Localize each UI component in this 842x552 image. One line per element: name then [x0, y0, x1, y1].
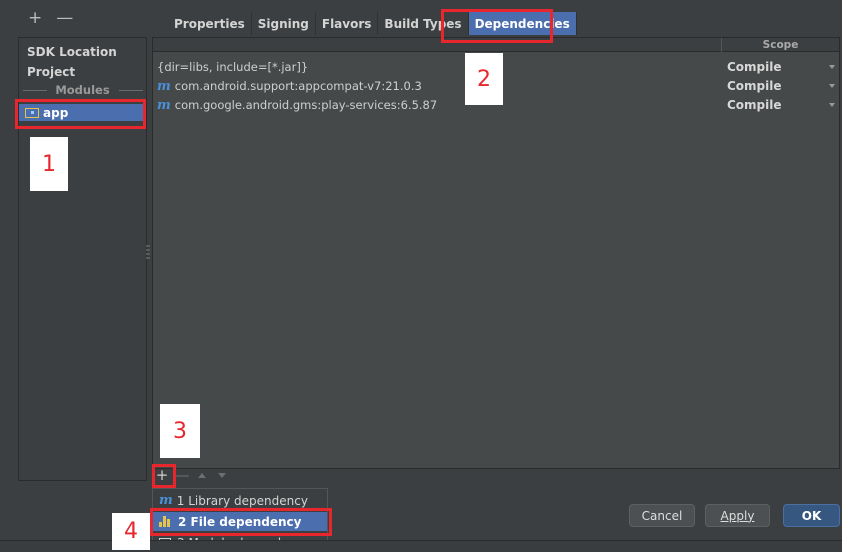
- maven-library-icon: m: [159, 493, 173, 508]
- annotation-box-1: [15, 99, 146, 129]
- ok-button[interactable]: OK: [783, 504, 840, 527]
- scope-dropdown[interactable]: Compile: [727, 79, 782, 93]
- annotation-label-4: 4: [112, 513, 150, 550]
- annotation-label-3: 3: [160, 404, 200, 458]
- module-toolbar: + —: [28, 4, 73, 32]
- maven-library-icon: m: [157, 78, 171, 94]
- tab-properties[interactable]: Properties: [168, 12, 252, 35]
- dependency-name-cell: m com.android.support:appcompat-v7:21.0.3: [157, 79, 422, 94]
- remove-module-button[interactable]: —: [56, 9, 73, 27]
- add-module-button[interactable]: +: [28, 9, 42, 27]
- move-up-icon[interactable]: [198, 472, 206, 478]
- scope-dropdown[interactable]: Compile: [727, 98, 782, 112]
- apply-button[interactable]: Apply: [705, 504, 770, 527]
- project-item[interactable]: Project: [27, 65, 75, 79]
- annotation-label-1: 1: [30, 137, 68, 191]
- dependency-name: com.google.android.gms:play-services:6.5…: [174, 97, 438, 112]
- annotation-box-3: [152, 464, 176, 488]
- sdk-location-item[interactable]: SDK Location: [27, 45, 117, 59]
- annotation-box-4: [150, 508, 332, 536]
- scope-column-header[interactable]: Scope: [722, 38, 839, 52]
- chevron-down-icon[interactable]: [829, 84, 835, 88]
- dependency-name: {dir=libs, include=[*.jar]}: [157, 60, 309, 74]
- modules-header: Modules: [55, 83, 110, 97]
- maven-library-icon: m: [157, 97, 171, 113]
- tab-signing[interactable]: Signing: [251, 12, 316, 35]
- chevron-down-icon[interactable]: [829, 65, 835, 69]
- annotation-label-2: 2: [465, 53, 503, 105]
- scope-dropdown[interactable]: Compile: [727, 60, 782, 74]
- tab-flavors[interactable]: Flavors: [315, 12, 379, 35]
- dependency-name: com.android.support:appcompat-v7:21.0.3: [174, 78, 422, 93]
- chevron-down-icon[interactable]: [829, 103, 835, 107]
- annotation-box-2: [441, 9, 553, 43]
- menu-item-number: 1: [176, 493, 185, 508]
- dependency-name-cell: m com.google.android.gms:play-services:6.…: [157, 98, 437, 113]
- panel-splitter-handle[interactable]: [146, 245, 150, 261]
- move-down-icon[interactable]: [218, 472, 226, 478]
- cancel-button[interactable]: Cancel: [629, 504, 695, 527]
- menu-item-label: Library dependency: [188, 493, 308, 508]
